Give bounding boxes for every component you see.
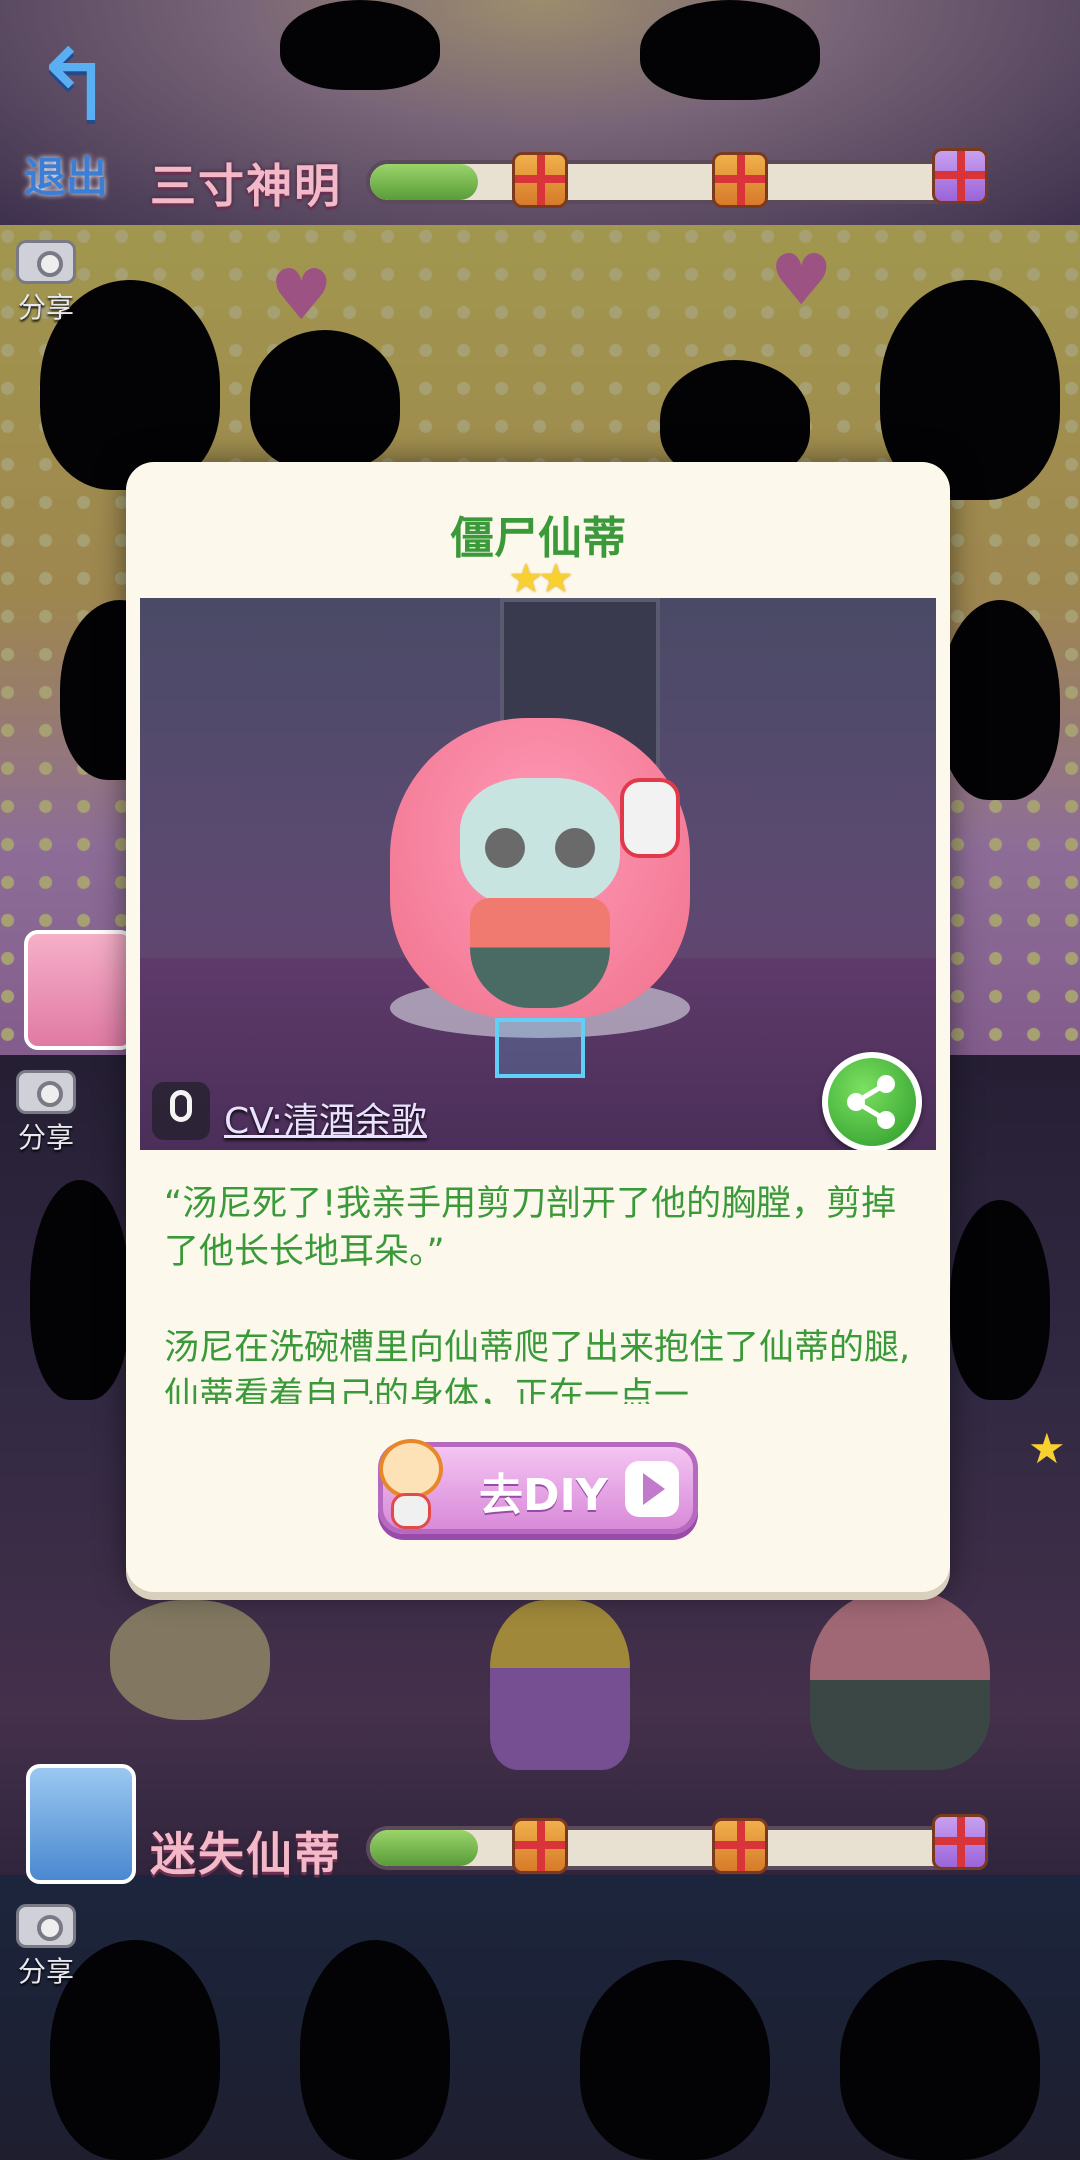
share-button-section-1[interactable]: 分享 bbox=[10, 240, 82, 326]
collection-progress-bar-top bbox=[366, 160, 976, 204]
section-title-bottom: 迷失仙蒂 bbox=[150, 1827, 342, 1881]
voice-play-button[interactable] bbox=[152, 1082, 210, 1140]
gift-icon[interactable] bbox=[712, 152, 768, 208]
share-icon bbox=[847, 1075, 895, 1129]
progress-fill bbox=[370, 1830, 479, 1866]
character-eye bbox=[555, 828, 595, 868]
side-scroll-indicator[interactable]: ★ bbox=[1024, 1390, 1072, 1510]
character-bow bbox=[620, 778, 680, 858]
exit-label: 退出 bbox=[24, 153, 109, 202]
story-text-scroll[interactable]: “汤尼死了!我亲手用剪刀剖开了他的胸膛，剪掉了他长长地耳朵。” 汤尼在洗碗槽里向… bbox=[164, 1180, 924, 1404]
share-button-section-2[interactable]: 分享 bbox=[10, 1070, 82, 1156]
collection-progress-bar-bottom bbox=[366, 1826, 976, 1870]
gift-icon[interactable] bbox=[932, 1814, 988, 1870]
back-arrow-icon: ↰ bbox=[32, 27, 116, 144]
character-pedestal bbox=[495, 1018, 585, 1078]
story-paragraph: “汤尼死了!我亲手用剪刀剖开了他的胸膛，剪掉了他长长地耳朵。” bbox=[164, 1184, 897, 1272]
section-title-top: 三寸神明 bbox=[150, 159, 342, 213]
gift-icon[interactable] bbox=[932, 148, 988, 204]
character-eye bbox=[485, 828, 525, 868]
story-paragraph: 汤尼在洗碗槽里向仙蒂爬了出来抱住了仙蒂的腿,仙蒂看着自己的身体，正在一点一 bbox=[164, 1328, 911, 1404]
album-book-icon[interactable] bbox=[24, 930, 134, 1050]
share-button[interactable] bbox=[822, 1052, 922, 1150]
camera-icon bbox=[16, 1070, 76, 1114]
share-label: 分享 bbox=[17, 1121, 74, 1154]
character-detail-dialog: 僵尸仙蒂 ★★ CV:清酒余歌 “汤尼死了!我亲手用剪刀剖开了他的胸膛，剪掉了他… bbox=[126, 462, 950, 1592]
camera-icon bbox=[16, 1904, 76, 1948]
exit-button[interactable]: ↰ 退出 bbox=[18, 36, 130, 218]
play-icon bbox=[625, 1461, 679, 1517]
album-book-icon[interactable] bbox=[26, 1764, 136, 1884]
gift-icon[interactable] bbox=[712, 1818, 768, 1874]
character-preview: CV:清酒余歌 bbox=[140, 598, 936, 1150]
mascot-icon bbox=[361, 1421, 457, 1541]
gift-icon[interactable] bbox=[512, 1818, 568, 1874]
character-face bbox=[460, 778, 620, 908]
go-diy-label: 去DIY bbox=[479, 1470, 608, 1521]
go-diy-button[interactable]: 去DIY bbox=[378, 1439, 698, 1534]
mic-icon bbox=[170, 1090, 192, 1122]
star-icon: ★ bbox=[1028, 1424, 1066, 1473]
character-dress bbox=[470, 898, 610, 1008]
camera-icon bbox=[16, 240, 76, 284]
rarity-stars: ★★ bbox=[508, 556, 574, 602]
share-button-section-3[interactable]: 分享 bbox=[10, 1904, 82, 1990]
progress-fill bbox=[370, 164, 479, 200]
share-label: 分享 bbox=[17, 1955, 74, 1988]
voice-actor-link[interactable]: CV:清酒余歌 bbox=[224, 1092, 427, 1144]
gift-icon[interactable] bbox=[512, 152, 568, 208]
share-label: 分享 bbox=[17, 291, 74, 324]
